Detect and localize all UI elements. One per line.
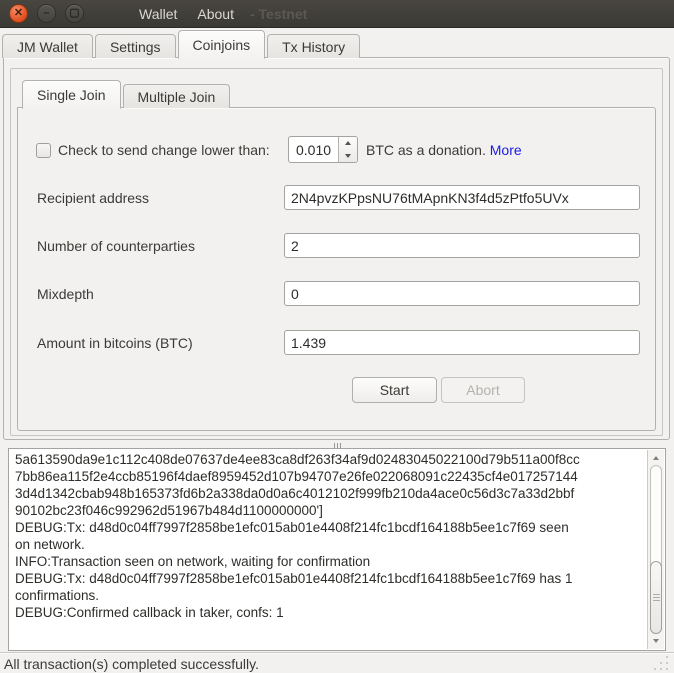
tab-coinjoins[interactable]: Coinjoins [178, 30, 266, 59]
mixdepth-label: Mixdepth [37, 286, 94, 302]
scrollbar-thumb[interactable] [650, 561, 662, 634]
amount-btc-label: Amount in bitcoins (BTC) [37, 335, 193, 351]
app-window: ✕ – ▢ Wallet About - Testnet JM Wallet S… [0, 0, 674, 673]
abort-button[interactable]: Abort [441, 377, 525, 403]
status-bar: All transaction(s) completed successfull… [0, 652, 674, 673]
scroll-up-icon[interactable] [648, 451, 664, 465]
mixdepth-input[interactable] [284, 281, 640, 306]
title-bar: ✕ – ▢ Wallet About - Testnet [0, 0, 674, 28]
join-tab-bar: Single Join Multiple Join [22, 81, 230, 108]
spin-up-icon[interactable] [339, 137, 357, 150]
counterparties-label: Number of counterparties [37, 238, 195, 254]
log-scrollbar[interactable] [647, 450, 664, 649]
tab-multiple-join[interactable]: Multiple Join [123, 84, 231, 108]
counterparties-input[interactable] [284, 233, 640, 258]
tab-tx-history[interactable]: Tx History [267, 34, 360, 58]
recipient-address-input[interactable] [284, 185, 640, 210]
tab-jm-wallet[interactable]: JM Wallet [2, 34, 93, 58]
start-button[interactable]: Start [352, 377, 437, 403]
donation-more-link[interactable]: More [490, 142, 522, 158]
donation-suffix: BTC as a donation. More [366, 142, 522, 158]
spin-down-icon[interactable] [339, 150, 357, 163]
recipient-address-label: Recipient address [37, 190, 149, 206]
donation-amount-input[interactable] [289, 137, 338, 162]
amount-btc-input[interactable] [284, 330, 640, 355]
status-message: All transaction(s) completed successfull… [4, 656, 259, 672]
log-textarea[interactable]: 5a613590da9e1c112c408de07637de4ee83ca8df… [8, 448, 666, 651]
tab-single-join[interactable]: Single Join [22, 80, 121, 109]
log-output: 5a613590da9e1c112c408de07637de4ee83ca8df… [15, 451, 643, 648]
resize-grip-icon[interactable] [654, 656, 668, 670]
close-icon[interactable]: ✕ [9, 4, 28, 23]
donation-checkbox[interactable] [36, 143, 51, 158]
donation-amount-spinbox [288, 136, 358, 163]
tab-settings[interactable]: Settings [95, 34, 176, 58]
window-title: - Testnet [250, 6, 307, 22]
menubar: Wallet About [129, 6, 244, 22]
menu-about[interactable]: About [187, 6, 244, 22]
main-tab-bar: JM Wallet Settings Coinjoins Tx History [2, 30, 360, 58]
menu-wallet[interactable]: Wallet [129, 6, 187, 22]
maximize-icon[interactable]: ▢ [65, 4, 84, 23]
scroll-down-icon[interactable] [648, 634, 664, 648]
donation-checkbox-label: Check to send change lower than: [58, 142, 270, 158]
minimize-icon[interactable]: – [37, 4, 56, 23]
spinner-buttons [338, 137, 357, 162]
donation-suffix-label: BTC as a donation. [366, 142, 486, 158]
